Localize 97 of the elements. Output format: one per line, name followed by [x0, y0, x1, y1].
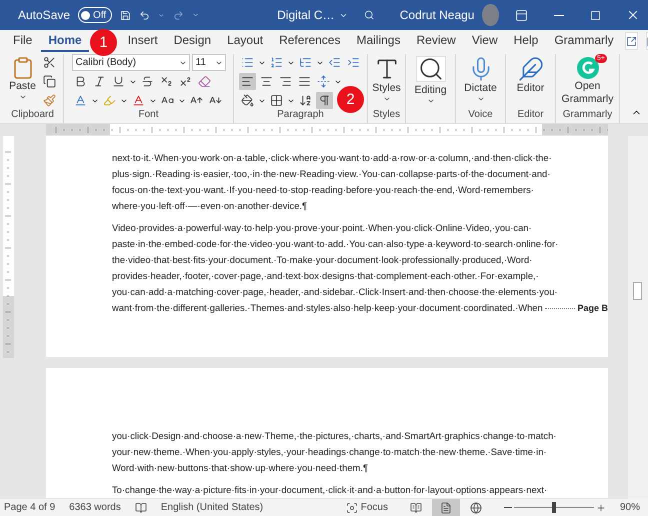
- paintbrush-icon: [42, 94, 56, 107]
- highlighter-icon: [102, 94, 116, 107]
- autosave-label: AutoSave: [18, 8, 70, 22]
- page-icon: [440, 502, 452, 514]
- word-count[interactable]: 6363 words: [69, 502, 121, 513]
- font-name-field[interactable]: Calibri (Body): [72, 54, 190, 71]
- borders-button[interactable]: [268, 92, 285, 109]
- focus-button[interactable]: Focus: [346, 502, 388, 514]
- zoom-level[interactable]: 90%: [620, 502, 648, 513]
- page-break-label: Page B: [577, 303, 608, 313]
- subscript-icon: [160, 75, 172, 88]
- group-label: Paragraph: [276, 109, 325, 122]
- ribbon-tab[interactable]: Design: [166, 33, 218, 52]
- group-label: Font: [137, 109, 160, 122]
- strikethrough-icon: [140, 75, 154, 88]
- group-label: Clipboard: [10, 109, 55, 122]
- ribbon-display-icon: [514, 8, 528, 22]
- text-line: you·can·add·a·matching·cover·page,·header,·and·sidebar.·Click·Insert·and·then·choose·the·elements·you·: [112, 285, 559, 299]
- share-icon: [626, 36, 637, 46]
- ribbon-tab[interactable]: Help: [506, 33, 546, 52]
- eraser-icon: [198, 75, 210, 88]
- user-name[interactable]: Codrut Neagu: [400, 8, 474, 22]
- show-formatting-marks-button[interactable]: [316, 92, 333, 109]
- numbered-list-icon: [270, 56, 283, 69]
- align-center-icon: [260, 75, 273, 88]
- text-line: focus·on·the·text·you·want.·If·you·need·to·stop·reading·before·you·reach·the·end,·Word·remembers·: [112, 183, 535, 197]
- read-mode-icon: [410, 502, 422, 514]
- globe-icon: [470, 502, 482, 514]
- font-color-icon: [132, 94, 144, 107]
- minimize-icon[interactable]: [554, 14, 564, 16]
- paint-bucket-icon: [241, 94, 254, 107]
- scissors-icon: [42, 56, 56, 69]
- autosave-toggle[interactable]: Off: [78, 7, 112, 23]
- ribbon-tab[interactable]: View: [464, 33, 505, 52]
- editing-button[interactable]: Editing: [410, 54, 451, 109]
- group-label: Styles: [372, 109, 401, 122]
- multilevel-list-icon: [299, 56, 312, 69]
- ribbon-tab[interactable]: Mailings: [349, 33, 408, 52]
- search-icon: [418, 56, 444, 82]
- editor-button[interactable]: Editor: [510, 54, 551, 109]
- ribbon-tab[interactable]: Review: [409, 33, 463, 52]
- group-label: Voice: [467, 109, 494, 122]
- dictate-button[interactable]: Dictate: [460, 54, 501, 109]
- align-left-icon: [241, 75, 254, 88]
- paste-button[interactable]: Paste: [8, 54, 38, 109]
- focus-icon: [346, 502, 358, 514]
- page-count[interactable]: Page 4 of 9: [4, 502, 56, 513]
- clear-formatting-button[interactable]: [196, 73, 212, 90]
- line-spacing-button[interactable]: [315, 73, 332, 90]
- scrollbar[interactable]: [628, 136, 648, 499]
- outdent-icon: [328, 56, 341, 69]
- text-line: want·from·the·different·galleries.·Themes·and·styles·also·help·keep·your·document·coordinated.·When: [112, 301, 543, 315]
- search-icon: [364, 8, 374, 22]
- indent-icon: [347, 56, 360, 69]
- view-button[interactable]: [432, 499, 460, 516]
- group-label: Editor: [516, 109, 545, 122]
- text-line: paste·in·the·embed·code·for·the·video·you·want·to·add.·You·can·also·type·a·keyword·to·search·online·for·: [112, 237, 560, 251]
- underline-icon: [112, 75, 124, 88]
- copy-icon: [42, 75, 56, 88]
- copy-button[interactable]: [40, 73, 58, 90]
- justify-icon: [298, 75, 311, 88]
- maximize-icon: [590, 10, 602, 20]
- shading-button[interactable]: [239, 92, 256, 109]
- ribbon-tab[interactable]: Layout: [220, 33, 270, 52]
- line-spacing-icon: [317, 75, 330, 88]
- zoom-thumb[interactable]: [552, 502, 556, 513]
- document-title[interactable]: Digital C…: [277, 8, 348, 22]
- share-button[interactable]: [624, 32, 638, 50]
- text-line: Word·with·new·buttons·that·show·up·where·you·need·them.¶: [112, 461, 370, 475]
- pilcrow-icon: [318, 94, 331, 107]
- group-label: Grammarly: [562, 109, 614, 122]
- text-line: the·video·that·best·fits·your·document.·To·make·your·document·look·professionally·produced,·Word·: [112, 253, 534, 267]
- superscript-icon: [178, 75, 192, 88]
- sort-icon: [299, 94, 312, 107]
- language[interactable]: English (United States): [160, 502, 264, 513]
- grid-icon: [270, 94, 283, 107]
- ribbon-tab[interactable]: File: [6, 33, 40, 52]
- ribbon-tab[interactable]: Insert: [120, 33, 165, 52]
- book-icon: [134, 502, 147, 514]
- italic-icon: [92, 75, 106, 88]
- styles-button[interactable]: Styles: [372, 54, 401, 109]
- pen-icon: [518, 56, 544, 82]
- ribbon-tab[interactable]: Grammarly: [547, 33, 621, 52]
- text-line: where·you·left·off·—·even·on·another·device.¶: [112, 199, 308, 213]
- text-line: plus·sign.·Reading·is·easier,·too,·in·the·new·Reading·view.·You·can·collapse·parts·of·the·document·and·: [112, 167, 552, 181]
- ribbon-tab[interactable]: References: [272, 33, 348, 52]
- text-line: next·to·it.·When·you·work·on·a·table,·click·where·you·want·to·add·a·row·or·a·column,·and·then·click·the·: [112, 151, 553, 165]
- align-right-icon: [279, 75, 292, 88]
- letter-icon: [74, 94, 86, 107]
- zoom-in-icon: [596, 502, 606, 512]
- text-line: Video·provides·a·powerful·way·to·help·you·prove·your·point.·When·you·click·Online·Video,·you·can·: [112, 221, 533, 235]
- text-line: To·change·the·way·a·picture·fits·in·your·document,·click·it·and·a·button·for·layout·options·appears·next·: [112, 483, 548, 497]
- font-size-field[interactable]: 11: [192, 54, 226, 71]
- text-line: provides·header,·footer,·cover·page,·and·text·box·designs·that·complement·each·other.·For·example,·: [112, 269, 540, 283]
- text-line: you·click·Design·and·choose·a·new·Theme,·the·pictures,·charts,·and·SmartArt·graphics·change·to·match·: [112, 429, 558, 443]
- text-line: your·new·theme.·When·you·apply·styles,·your·headings·change·to·match·the·new·theme.·Save·time·in·: [112, 445, 548, 459]
- align-left-button[interactable]: [239, 73, 256, 90]
